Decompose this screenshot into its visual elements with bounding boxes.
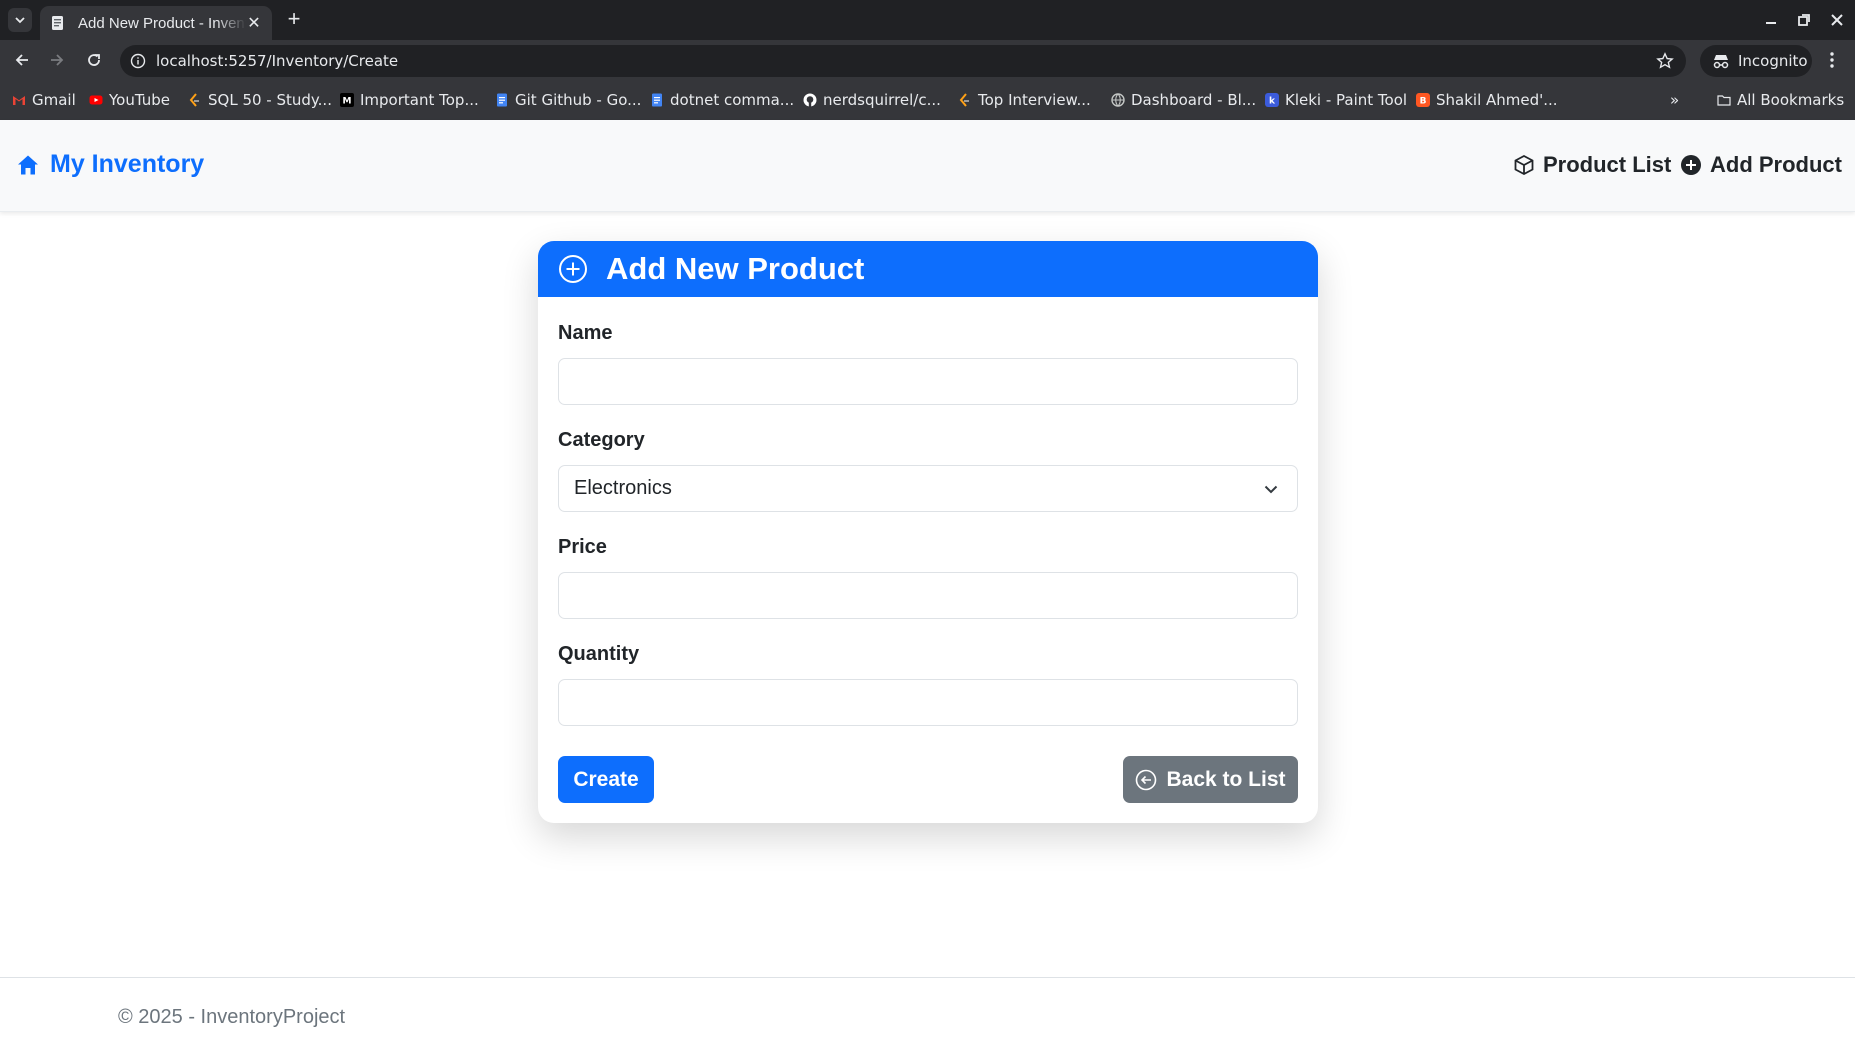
quantity-label: Quantity [558, 643, 640, 665]
docs-icon [652, 93, 662, 107]
incognito-profile-button[interactable]: Incognito [1700, 45, 1812, 77]
blogger-icon: B [1416, 93, 1430, 107]
browser-tab-bar: Add New Product - InventoryProject ✕ + [0, 0, 1855, 40]
back-to-list-button[interactable]: Back to List [1123, 756, 1298, 803]
forward-arrow-icon[interactable] [47, 50, 67, 70]
app-navbar: My Inventory Product List Add Product [0, 120, 1855, 212]
youtube-icon [89, 95, 103, 105]
bookmark-dotnet-commands[interactable]: dotnet comma... [650, 90, 794, 110]
restore-icon[interactable] [1794, 10, 1814, 30]
quantity-input[interactable] [558, 679, 1298, 726]
svg-text:M: M [343, 97, 352, 107]
bookmark-shakil-ahmed[interactable]: B Shakil Ahmed'... [1416, 90, 1558, 110]
price-label: Price [558, 536, 607, 558]
price-input[interactable] [558, 572, 1298, 619]
bookmark-youtube[interactable]: YouTube [89, 90, 170, 110]
leetcode-icon [959, 93, 969, 107]
back-arrow-icon[interactable] [12, 50, 32, 70]
folder-icon [1717, 95, 1731, 106]
plus-circle-outline-icon [559, 255, 587, 283]
tab-title: Add New Product - InventoryProject [78, 14, 246, 32]
browser-tab[interactable]: Add New Product - InventoryProject ✕ [40, 6, 272, 40]
incognito-icon [1713, 55, 1729, 69]
arrow-left-circle-icon [1136, 769, 1157, 790]
footer-text: © 2025 - InventoryProject [118, 1006, 346, 1028]
github-icon [803, 93, 817, 107]
home-icon [18, 155, 38, 174]
chevron-down-icon [15, 17, 25, 24]
page-icon [52, 16, 63, 30]
plus-circle-icon [1681, 155, 1701, 175]
profile-label: Incognito [1738, 52, 1808, 70]
bookmark-sql-50[interactable]: SQL 50 - Study... [188, 90, 332, 110]
card-title: Add New Product [606, 251, 865, 286]
address-bar[interactable]: localhost:5257/Inventory/Create [120, 45, 1686, 77]
globe-icon [1111, 93, 1125, 107]
tab-close-icon[interactable]: ✕ [246, 13, 262, 33]
add-product-card: Add New Product Name Category Electronic… [538, 241, 1318, 823]
bookmark-git-github[interactable]: Git Github - Go... [495, 90, 641, 110]
box-icon [1514, 154, 1534, 176]
bookmark-dashboard[interactable]: Dashboard - Bl... [1111, 90, 1256, 110]
page-footer: © 2025 - InventoryProject [0, 977, 1855, 1053]
nav-product-list[interactable]: Product List [1513, 152, 1671, 178]
create-button[interactable]: Create [558, 756, 654, 803]
brand-link[interactable]: My Inventory [16, 150, 204, 179]
new-tab-icon[interactable]: + [282, 8, 306, 32]
svg-text:B: B [1420, 97, 1427, 107]
close-window-icon[interactable] [1827, 10, 1847, 30]
bookmark-important-top[interactable]: M Important Top... [340, 90, 479, 110]
browser-toolbar: localhost:5257/Inventory/Create Incognit… [0, 40, 1855, 80]
docs-icon [497, 93, 507, 107]
nav-add-product[interactable]: Add Product [1680, 152, 1842, 178]
card-header: Add New Product [538, 241, 1318, 297]
bookmark-kleki[interactable]: k Kleki - Paint Tool [1265, 90, 1407, 110]
minimize-icon[interactable] [1761, 10, 1781, 30]
bookmarks-overflow-icon[interactable]: » [1670, 90, 1679, 110]
menu-kebab-icon[interactable] [1822, 50, 1842, 70]
bookmark-nerdsquirrel[interactable]: nerdsquirrel/c... [803, 90, 941, 110]
category-selected-value: Electronics [574, 477, 672, 499]
url-text: localhost:5257/Inventory/Create [156, 52, 399, 70]
chevron-down-icon [1264, 485, 1278, 494]
bookmarks-bar: Gmail YouTube SQL 50 - Study... M Import… [0, 80, 1855, 120]
svg-text:k: k [1269, 97, 1276, 107]
leetcode-icon [189, 93, 199, 107]
kleki-icon: k [1265, 93, 1279, 107]
info-icon[interactable] [130, 53, 146, 69]
tab-search-button[interactable] [8, 8, 32, 32]
category-select[interactable]: Electronics [558, 465, 1298, 512]
category-label: Category [558, 429, 645, 451]
brand-text: My Inventory [50, 150, 205, 178]
bookmark-gmail[interactable]: Gmail [12, 90, 76, 110]
all-bookmarks-button[interactable]: All Bookmarks [1717, 90, 1844, 110]
reload-icon[interactable] [84, 50, 104, 70]
bookmark-top-interview[interactable]: Top Interview... [958, 90, 1091, 110]
name-label: Name [558, 322, 613, 344]
gmail-icon [13, 96, 25, 105]
name-input[interactable] [558, 358, 1298, 405]
bookmark-star-icon[interactable] [1656, 52, 1674, 70]
medium-icon: M [340, 93, 354, 107]
